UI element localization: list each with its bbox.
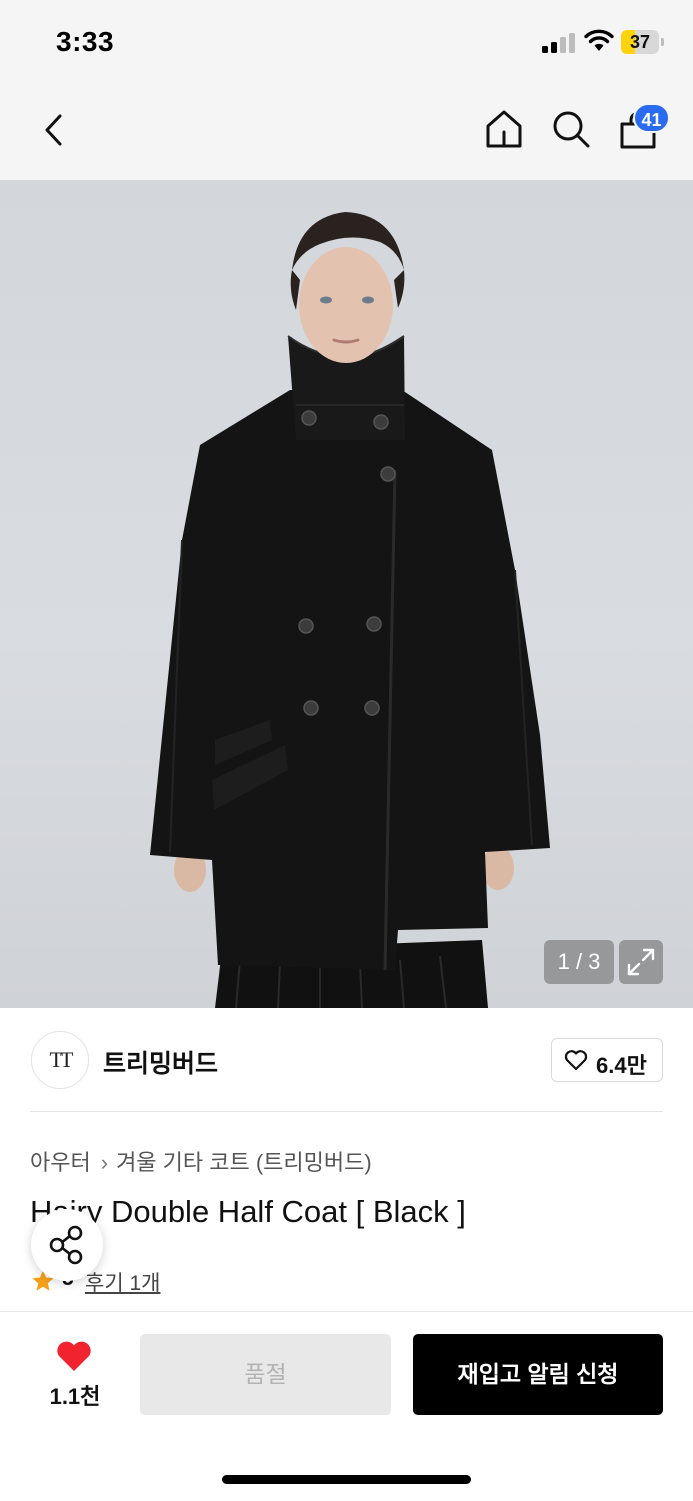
battery-level-text: 37 — [629, 32, 651, 52]
share-icon — [49, 1225, 83, 1265]
divider — [30, 1111, 663, 1112]
share-button[interactable] — [31, 1209, 103, 1281]
brand-logo[interactable]: TT — [31, 1031, 89, 1089]
status-time: 3:33 — [56, 26, 115, 57]
expand-button[interactable] — [619, 940, 663, 984]
search-icon[interactable] — [550, 108, 592, 150]
home-icon[interactable] — [484, 108, 524, 150]
restock-alert-button[interactable]: 재입고 알림 신청 — [413, 1334, 663, 1415]
wishlist-count: 1.1천 — [49, 1384, 101, 1409]
battery-tip — [661, 38, 664, 46]
cellular-signal-icon — [542, 33, 575, 53]
wishlist-button[interactable]: 1.1천 — [40, 1337, 110, 1411]
heart-outline-icon — [564, 1050, 588, 1071]
breadcrumb-parent[interactable]: 아우터 — [30, 1150, 91, 1175]
battery-body: 37 — [621, 30, 659, 54]
back-icon[interactable] — [36, 112, 72, 148]
brand-like-button[interactable]: 6.4만 — [551, 1038, 663, 1082]
breadcrumb-current[interactable]: 겨울 기타 코트 (트리밍버드) — [116, 1150, 372, 1175]
heart-icon — [57, 1341, 91, 1371]
wifi-icon — [584, 29, 614, 51]
brand-name[interactable]: 트리밍버드 — [103, 1044, 218, 1080]
home-indicator[interactable] — [222, 1475, 471, 1484]
battery-indicator: 37 — [621, 30, 665, 54]
coat-photo — [150, 212, 550, 1008]
breadcrumb: 아우터 › 겨울 기타 코트 (트리밍버드) — [30, 1145, 372, 1177]
image-counter: 1 / 3 — [544, 940, 614, 984]
breadcrumb-separator: › — [100, 1150, 109, 1175]
brand-like-count: 6.4만 — [596, 1053, 647, 1078]
product-image[interactable] — [0, 180, 693, 1008]
soldout-button[interactable]: 품절 — [140, 1334, 391, 1415]
cart-count-badge[interactable]: 41 — [633, 103, 670, 133]
expand-icon — [627, 948, 655, 976]
